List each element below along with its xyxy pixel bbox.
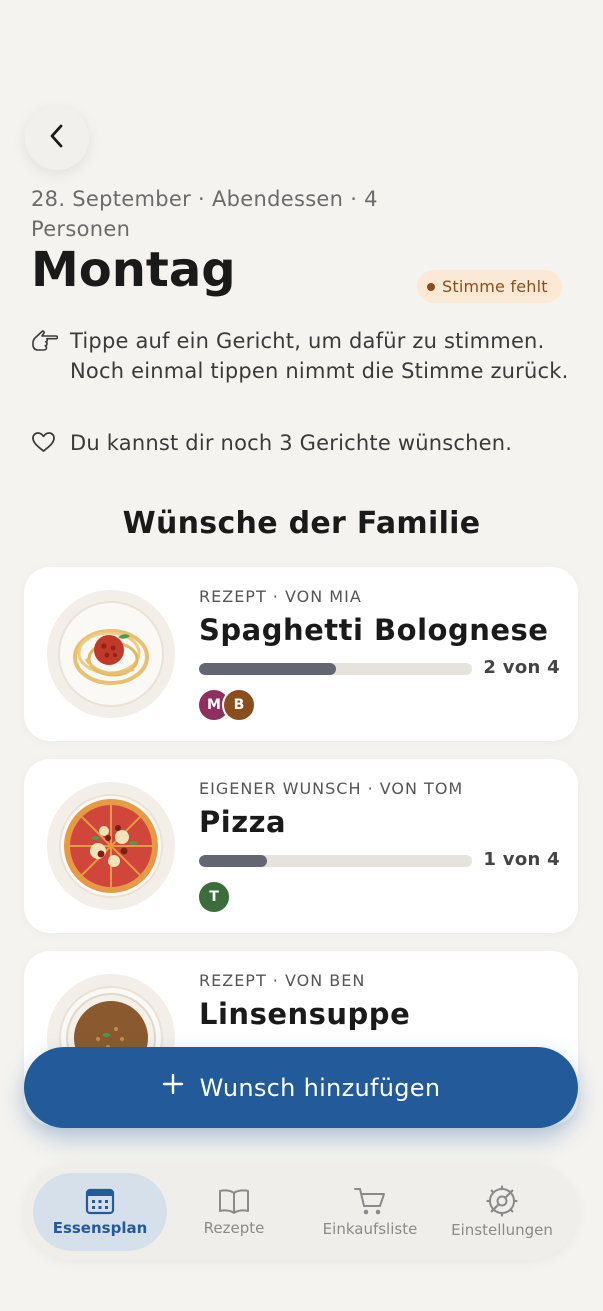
- pizza-plate-image: [46, 781, 176, 911]
- tab-einkaufsliste[interactable]: Einkaufsliste: [310, 1173, 430, 1251]
- vote-progress-bar: [199, 855, 472, 867]
- tap-hint: Tippe auf ein Gericht, um dafür zu stimm…: [31, 326, 576, 386]
- heart-icon: [31, 428, 58, 461]
- voter-avatars: MB: [197, 688, 256, 722]
- status-badge: Stimme fehlt: [417, 270, 562, 303]
- dish-card-pizza[interactable]: EIGENER WUNSCH · VON TOM Pizza 1 von 4 T: [24, 759, 578, 933]
- vote-count: 1 von 4: [483, 849, 560, 870]
- remaining-wishes-text: Du kannst dir noch 3 Gerichte wünschen.: [70, 431, 513, 455]
- book-icon: [218, 1187, 250, 1215]
- page-title: Montag: [31, 242, 236, 298]
- pointing-hand-icon: [31, 326, 59, 386]
- vote-progress-bar: [199, 663, 472, 675]
- dish-title: Linsensuppe: [199, 997, 411, 1031]
- avatar: T: [197, 880, 231, 914]
- vote-progress-fill: [199, 663, 336, 675]
- dish-source-label: REZEPT · VON BEN: [199, 971, 366, 990]
- cart-icon: [353, 1186, 387, 1216]
- remaining-wishes-hint: Du kannst dir noch 3 Gerichte wünschen.: [31, 428, 576, 461]
- tap-hint-text: Tippe auf ein Gericht, um dafür zu stimm…: [70, 329, 569, 383]
- section-title: Wünsche der Familie: [122, 506, 481, 541]
- add-wish-label: Wunsch hinzufügen: [199, 1073, 441, 1102]
- vote-progress-fill: [199, 855, 268, 867]
- avatar: B: [222, 688, 256, 722]
- status-dot: [427, 282, 435, 291]
- meal-meta: 28. September · Abendessen · 4 Personen: [31, 187, 378, 241]
- status-badge-label: Stimme fehlt: [442, 277, 548, 296]
- dish-card-spaghetti[interactable]: REZEPT · VON MIA Spaghetti Bolognese 2 v…: [24, 567, 578, 741]
- tab-rezepte[interactable]: Rezepte: [174, 1173, 294, 1251]
- calendar-icon: [85, 1187, 115, 1215]
- add-wish-button[interactable]: Wunsch hinzufügen: [24, 1047, 578, 1128]
- tab-essensplan[interactable]: Essensplan: [33, 1173, 167, 1251]
- gear-icon: [486, 1185, 518, 1217]
- voter-avatars: T: [197, 880, 231, 914]
- tab-einstellungen-label: Einstellungen: [451, 1221, 553, 1239]
- dish-title: Pizza: [199, 805, 287, 839]
- vote-count: 2 von 4: [483, 657, 560, 678]
- back-button[interactable]: [25, 106, 89, 170]
- tab-essensplan-label: Essensplan: [52, 1219, 148, 1237]
- dish-source-label: EIGENER WUNSCH · VON TOM: [199, 779, 464, 798]
- plus-icon: [162, 1071, 184, 1101]
- tab-einstellungen[interactable]: Einstellungen: [442, 1173, 562, 1251]
- spaghetti-plate-image: [46, 589, 176, 719]
- tab-einkaufsliste-label: Einkaufsliste: [322, 1220, 418, 1238]
- dish-source-label: REZEPT · VON MIA: [199, 587, 362, 606]
- chevron-left-icon: [48, 123, 66, 153]
- tab-rezepte-label: Rezepte: [203, 1219, 265, 1237]
- bottom-tab-bar: Essensplan Rezepte Einkaufsliste Einstel…: [24, 1164, 578, 1260]
- dish-title: Spaghetti Bolognese: [199, 613, 549, 647]
